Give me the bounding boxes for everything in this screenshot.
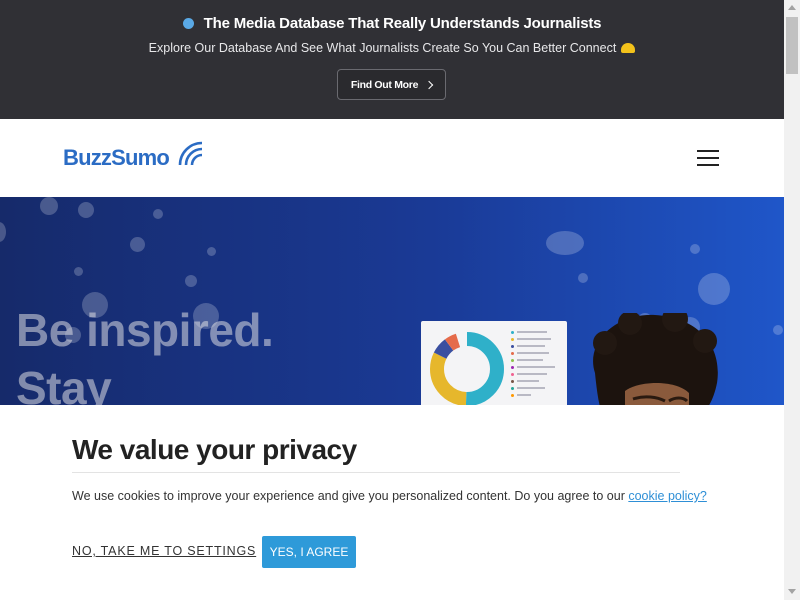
decorative-bubble bbox=[207, 247, 216, 256]
agree-button[interactable]: YES, I AGREE bbox=[262, 536, 356, 568]
announcement-title: The Media Database That Really Understan… bbox=[203, 15, 602, 32]
hero-title: Be inspired. Stay bbox=[16, 301, 274, 405]
chevron-right-icon bbox=[424, 80, 434, 89]
hero-title-line1: Be inspired. bbox=[16, 304, 274, 356]
cookie-title: We value your privacy bbox=[72, 434, 357, 465]
decorative-bubble bbox=[698, 273, 730, 305]
cookie-message-text: We use cookies to improve your experienc… bbox=[72, 489, 629, 503]
blue-dot-icon bbox=[182, 18, 194, 29]
page-scrollbar[interactable] bbox=[784, 0, 800, 600]
decorative-bubble bbox=[130, 237, 145, 252]
cookie-consent-panel: We value your privacy We use cookies to … bbox=[0, 405, 784, 600]
hero-section: Be inspired. Stay bbox=[0, 197, 784, 405]
signal-waves-icon bbox=[178, 141, 203, 166]
smiling-emoji-icon bbox=[621, 43, 636, 53]
cookie-message: We use cookies to improve your experienc… bbox=[72, 489, 707, 503]
hero-title-line2: Stay bbox=[16, 362, 112, 405]
settings-link[interactable]: NO, TAKE ME TO SETTINGS bbox=[72, 544, 256, 558]
decorative-bubble bbox=[690, 244, 700, 254]
decorative-bubble bbox=[78, 202, 94, 218]
cookie-policy-link[interactable]: cookie policy? bbox=[628, 489, 707, 503]
donut-chart-graphic bbox=[430, 332, 504, 405]
scroll-down-arrow-icon[interactable] bbox=[788, 589, 796, 594]
decorative-bubble bbox=[0, 222, 6, 242]
analytics-card-image bbox=[421, 321, 567, 405]
decorative-bubble bbox=[40, 197, 58, 215]
divider bbox=[72, 472, 680, 473]
decorative-bubble bbox=[185, 275, 197, 287]
find-out-more-button[interactable]: Find Out More bbox=[337, 69, 446, 100]
find-out-more-label: Find Out More bbox=[350, 78, 419, 91]
decorative-bubble bbox=[773, 325, 783, 335]
announcement-title-row: The Media Database That Really Understan… bbox=[0, 15, 784, 32]
announcement-subtitle-row: Explore Our Database And See What Journa… bbox=[0, 41, 784, 55]
announcement-subtitle: Explore Our Database And See What Journa… bbox=[148, 41, 617, 55]
decorative-bubble bbox=[578, 273, 588, 283]
decorative-bubble bbox=[153, 209, 163, 219]
decorative-bubble bbox=[546, 231, 584, 255]
site-header: BuzzSumo bbox=[0, 119, 784, 197]
hamburger-menu-icon[interactable] bbox=[697, 150, 719, 166]
buzzsumo-logo[interactable]: BuzzSumo bbox=[63, 145, 170, 171]
scroll-thumb[interactable] bbox=[786, 17, 798, 74]
decorative-bubble bbox=[74, 267, 83, 276]
scroll-up-arrow-icon[interactable] bbox=[788, 5, 796, 10]
person-photo bbox=[593, 313, 718, 405]
announcement-bar: The Media Database That Really Understan… bbox=[0, 0, 784, 119]
